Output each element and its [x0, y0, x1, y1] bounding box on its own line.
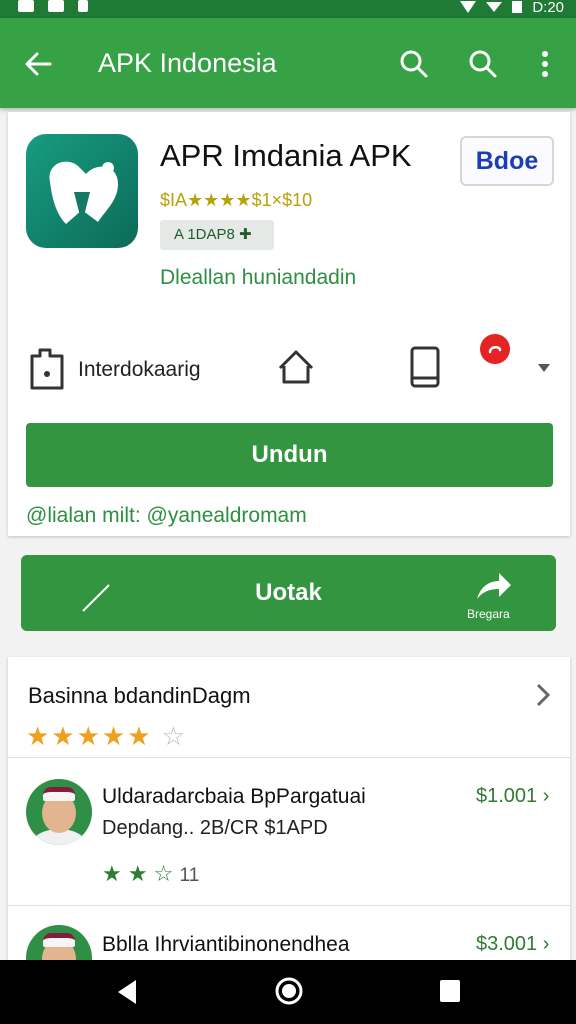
app-detail-card: APR Imdania APK Bdoe $IA★★★★$1×$10 A 1DA…	[8, 112, 570, 536]
notification-dot-icon[interactable]	[480, 334, 510, 364]
divider	[8, 905, 570, 906]
system-nav-bar	[0, 960, 576, 1024]
developer-link[interactable]: Dleallan huniandadin	[160, 266, 356, 290]
back-arrow-icon[interactable]	[22, 48, 54, 80]
app-bar: APK Indonesia	[0, 18, 576, 108]
notification-icon	[78, 0, 88, 12]
dropdown-arrow-icon[interactable]	[538, 364, 550, 372]
download-button[interactable]: Undun	[26, 423, 553, 487]
open-button[interactable]: Uotak Bregara	[21, 555, 556, 631]
avatar	[26, 779, 92, 845]
status-time: D:20	[532, 0, 564, 16]
app-name: APR Imdania APK	[160, 138, 412, 173]
review-price[interactable]: $3.001 ›	[476, 933, 549, 956]
signal-icon	[486, 2, 503, 12]
review-subtitle: Depdang.. 2B/CR $1APD	[102, 817, 328, 839]
home-icon[interactable]	[274, 344, 318, 392]
divider	[8, 757, 570, 758]
wifi-icon	[460, 1, 477, 13]
share-icon[interactable]	[475, 569, 513, 603]
review-title: Bblla Ihrviantibinonendhea	[102, 933, 350, 956]
notification-icon	[48, 0, 64, 12]
recents-nav-icon[interactable]	[438, 978, 462, 1004]
download-file-icon[interactable]	[26, 346, 70, 394]
home-nav-icon[interactable]	[274, 976, 304, 1006]
review-count: 11	[179, 865, 200, 886]
notification-icon	[18, 0, 34, 12]
more-menu-icon[interactable]	[529, 48, 561, 80]
install-label: Interdokaarig	[78, 358, 201, 381]
battery-icon	[512, 1, 523, 13]
device-icon[interactable]	[404, 344, 448, 392]
app-bar-title: APK Indonesia	[98, 48, 277, 78]
review-stars-glyphs: ★ ★ ☆	[102, 861, 174, 886]
reviews-header[interactable]: Basinna bdandinDagm	[28, 683, 251, 709]
app-logo-icon	[49, 161, 119, 224]
review-price[interactable]: $1.001 ›	[476, 785, 549, 808]
empty-star: ☆	[161, 721, 188, 751]
chevron-right-icon[interactable]	[534, 683, 552, 707]
app-logo	[26, 134, 138, 248]
price-rating-line: $IA★★★★$1×$10	[160, 190, 313, 210]
share-label: Bregara	[467, 607, 510, 621]
install-badge-button[interactable]: Bdoe	[460, 136, 554, 186]
rating-stars: ★★★★★ ☆	[26, 721, 187, 752]
info-link[interactable]: @lialan milt: @yanealdromam	[26, 504, 307, 528]
filled-stars: ★★★★★	[26, 721, 153, 751]
category-chip[interactable]: A 1DAP8 ✚	[160, 220, 274, 250]
back-nav-icon[interactable]	[114, 978, 140, 1006]
reviews-card: Basinna bdandinDagm ★★★★★ ☆ Uldaradarcba…	[8, 657, 570, 991]
status-bar: D:20	[0, 0, 576, 18]
review-title: Uldaradarcbaia BpPargatuai	[102, 785, 366, 808]
search-icon[interactable]	[398, 48, 430, 80]
search-icon[interactable]	[467, 48, 499, 80]
review-stars: ★ ★ ☆ 11	[102, 861, 199, 887]
